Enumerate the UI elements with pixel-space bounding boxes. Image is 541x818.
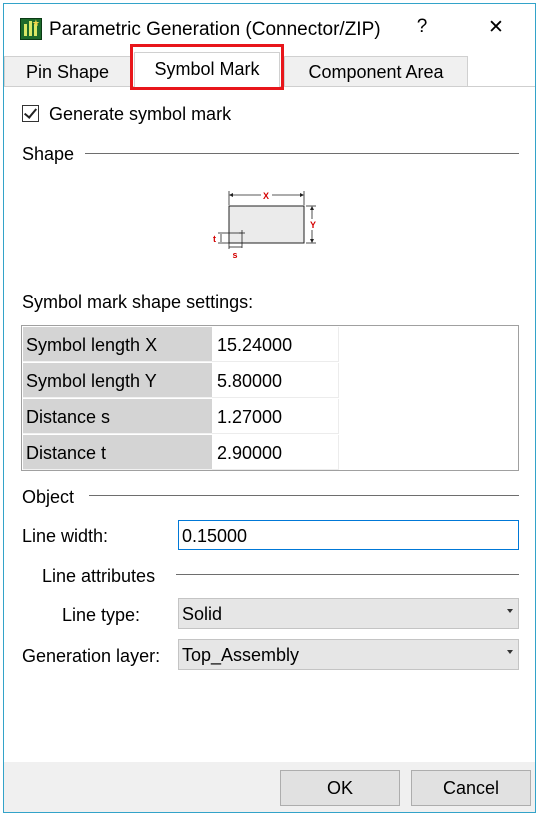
shape-separator: [85, 153, 519, 154]
object-separator: [89, 495, 519, 496]
row-value[interactable]: 5.80000: [212, 363, 339, 398]
row-value[interactable]: 2.90000: [212, 435, 339, 470]
settings-title: Symbol mark shape settings:: [22, 292, 254, 312]
chevron-down-icon: [507, 650, 513, 654]
generate-symbol-label[interactable]: Generate symbol mark: [49, 104, 231, 125]
row-key: Symbol length X: [23, 327, 212, 362]
generate-symbol-checkbox[interactable]: [22, 105, 39, 122]
row-value[interactable]: 15.24000: [212, 327, 339, 362]
t-dimension-label: t: [213, 234, 216, 244]
ok-button[interactable]: OK: [280, 770, 400, 806]
row-key: Symbol length Y: [23, 363, 212, 398]
line-type-value: Solid: [182, 604, 223, 624]
s-dimension-label: s: [232, 250, 237, 260]
close-button[interactable]: ✕: [481, 16, 511, 39]
row-value[interactable]: 1.27000: [212, 399, 339, 434]
object-section-title: Object: [22, 487, 75, 507]
tab-component-area[interactable]: Component Area: [284, 56, 468, 86]
y-dimension-label: Y: [310, 220, 316, 230]
line-attributes-title: Line attributes: [42, 566, 156, 586]
generation-layer-label: Generation layer:: [22, 646, 161, 666]
active-tab-highlight: [130, 44, 284, 90]
line-type-label: Line type:: [62, 605, 141, 625]
line-width-label: Line width:: [22, 526, 109, 546]
generation-layer-value: Top_Assembly: [182, 645, 300, 665]
line-type-select[interactable]: Solid: [178, 598, 519, 629]
settings-table: Symbol length X 15.24000 Symbol length Y…: [21, 325, 519, 471]
line-width-input[interactable]: 0.15000: [178, 520, 519, 550]
shape-section-title: Shape: [22, 144, 75, 164]
line-attributes-separator: [176, 574, 519, 575]
row-key: Distance s: [23, 399, 212, 434]
cancel-button[interactable]: Cancel: [411, 770, 531, 806]
chevron-down-icon: [507, 609, 513, 613]
tab-label: Pin Shape: [25, 62, 110, 82]
row-key: Distance t: [23, 435, 212, 470]
app-icon: ★: [20, 18, 42, 40]
tab-label: Component Area: [308, 62, 444, 82]
x-dimension-label: X: [263, 191, 269, 201]
generation-layer-select[interactable]: Top_Assembly: [178, 639, 519, 670]
window-title: Parametric Generation (Connector/ZIP): [49, 19, 381, 40]
tab-pin-shape[interactable]: Pin Shape: [4, 56, 131, 86]
help-button[interactable]: ?: [407, 16, 437, 38]
symbol-shape-diagram: X Y t s: [213, 191, 316, 260]
